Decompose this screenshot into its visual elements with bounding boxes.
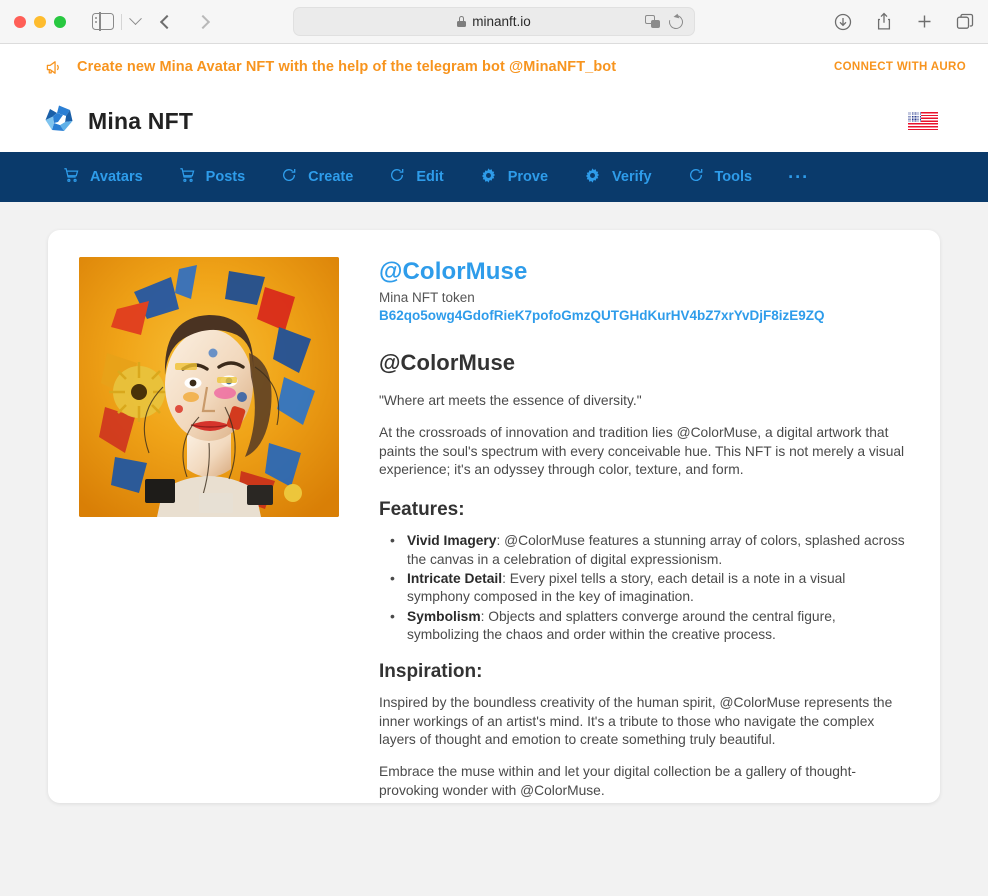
translate-icon[interactable]: [645, 15, 660, 28]
cart-icon: [63, 167, 79, 187]
nft-detail-column: @ColorMuse Mina NFT token B62qo5owg4Gdof…: [379, 257, 910, 798]
main-navigation: Avatars Posts Create Edit Prove Verify T…: [0, 152, 988, 202]
reload-icon[interactable]: [666, 11, 686, 32]
cart-icon: [179, 167, 195, 187]
page-body: @ColorMuse Mina NFT token B62qo5owg4Gdof…: [0, 202, 988, 896]
tagline-text: "Where art meets the essence of diversit…: [379, 393, 642, 408]
minimize-window-button[interactable]: [34, 15, 46, 28]
refresh-circle-icon: [389, 167, 405, 187]
nav-item-label: Posts: [205, 169, 246, 185]
browser-toolbar-actions: [834, 12, 974, 31]
closing-paragraph: Embrace the muse within and let your dig…: [379, 764, 857, 798]
sidebar-toggle-icon[interactable]: [92, 12, 114, 31]
megaphone-icon: [44, 59, 61, 76]
intro-paragraph: At the crossroads of innovation and trad…: [379, 425, 905, 478]
features-list: Vivid Imagery: @ColorMuse features a stu…: [379, 531, 910, 645]
nav-item-label: Prove: [507, 169, 549, 185]
forward-arrow-icon: [195, 14, 211, 29]
nav-item-label: Avatars: [90, 169, 143, 185]
toolbar-divider: [121, 13, 122, 30]
brand-logo-group[interactable]: Mina NFT: [44, 104, 193, 139]
nav-item-label: Verify: [612, 169, 652, 185]
gear-icon: [584, 167, 601, 188]
nav-item-prove[interactable]: Prove: [480, 167, 548, 188]
list-item: Vivid Imagery: @ColorMuse features a stu…: [379, 531, 910, 569]
nav-more-button[interactable]: ···: [788, 168, 809, 186]
nav-item-edit[interactable]: Edit: [389, 167, 444, 187]
maximize-window-button[interactable]: [54, 15, 66, 28]
token-name-title: @ColorMuse: [379, 258, 528, 285]
address-bar[interactable]: minanft.io: [293, 7, 695, 36]
share-icon[interactable]: [875, 12, 893, 31]
nav-item-label: Edit: [416, 169, 444, 185]
nav-item-label: Tools: [714, 169, 753, 185]
connect-auro-button[interactable]: CONNECT WITH AURO: [834, 61, 966, 73]
sidebar-toggle-group[interactable]: [92, 12, 142, 31]
gear-icon: [480, 167, 497, 188]
nav-item-label: Create: [308, 169, 354, 185]
url-text: minanft.io: [472, 14, 531, 29]
nav-item-verify[interactable]: Verify: [584, 167, 652, 188]
features-heading: Features:: [379, 499, 465, 521]
token-address-link[interactable]: B62qo5owg4GdofRieK7pofoGmzQUTGHdKurHV4bZ…: [379, 308, 910, 323]
nav-item-posts[interactable]: Posts: [179, 167, 246, 187]
feature-term: Vivid Imagery: [407, 533, 497, 549]
nav-item-create[interactable]: Create: [281, 167, 353, 187]
brand-name: Mina NFT: [88, 107, 194, 134]
nav-item-avatars[interactable]: Avatars: [63, 167, 143, 187]
back-arrow-icon[interactable]: [159, 14, 175, 29]
promo-banner-text[interactable]: Create new Mina Avatar NFT with the help…: [77, 59, 616, 75]
list-item: Symbolism: Objects and splatters converg…: [379, 607, 910, 645]
nft-detail-card: @ColorMuse Mina NFT token B62qo5owg4Gdof…: [48, 230, 940, 803]
tab-overview-icon[interactable]: [956, 13, 974, 31]
promo-banner: Create new Mina Avatar NFT with the help…: [0, 44, 988, 90]
download-icon[interactable]: [834, 13, 852, 31]
us-flag-icon[interactable]: [908, 112, 938, 130]
inspiration-paragraph: Inspired by the boundless creativity of …: [379, 695, 893, 748]
nft-artwork-column: [64, 257, 379, 773]
address-bar-actions: [645, 11, 686, 32]
nav-item-tools[interactable]: Tools: [688, 167, 753, 187]
list-item: Intricate Detail: Every pixel tells a st…: [379, 569, 910, 607]
description-heading: @ColorMuse: [379, 350, 516, 375]
chevron-down-icon[interactable]: [129, 12, 142, 26]
inspiration-heading: Inspiration:: [379, 661, 483, 683]
close-window-button[interactable]: [14, 15, 26, 28]
refresh-circle-icon: [281, 167, 297, 187]
window-traffic-lights: [14, 15, 66, 28]
browser-nav-arrows: [159, 14, 211, 29]
browser-toolbar: minanft.io: [0, 0, 988, 44]
token-subtitle: Mina NFT token: [379, 290, 475, 305]
mina-nft-logo-icon: [44, 104, 74, 139]
feature-term: Intricate Detail: [407, 571, 503, 587]
refresh-circle-icon: [688, 167, 704, 187]
promo-banner-content: Create new Mina Avatar NFT with the help…: [44, 59, 616, 76]
nft-artwork-image[interactable]: [79, 257, 339, 517]
feature-term: Symbolism: [407, 608, 481, 624]
site-header: Mina NFT: [0, 90, 988, 152]
plus-icon[interactable]: [916, 13, 933, 30]
lock-icon: [457, 16, 467, 27]
